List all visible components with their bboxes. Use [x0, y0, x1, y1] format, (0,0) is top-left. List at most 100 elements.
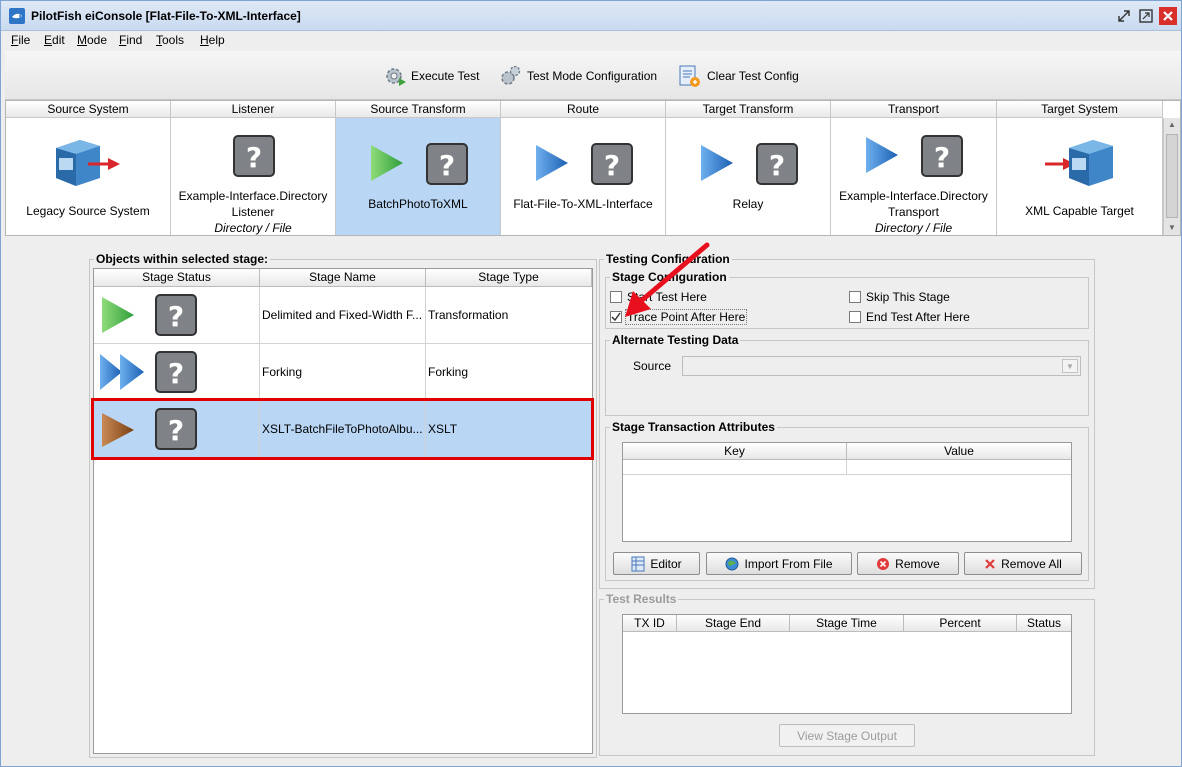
stage-listener[interactable]: Listener ? Example-Interface.Directory L… — [171, 101, 336, 235]
clear-test-config-button[interactable]: Clear Test Config — [677, 63, 799, 89]
menu-help[interactable]: Help — [200, 33, 225, 47]
column-header[interactable]: TX ID — [623, 615, 677, 632]
annotation-arrow-icon — [625, 242, 710, 317]
stage-target-transform[interactable]: Target Transform ? Relay — [666, 101, 831, 235]
skip-this-stage-label: Skip This Stage — [866, 290, 950, 304]
skip-this-stage-checkbox[interactable] — [849, 291, 861, 303]
stage-label: Example-Interface.Directory — [839, 189, 988, 203]
question-icon: ? — [426, 143, 468, 185]
view-stage-output-button[interactable]: View Stage Output — [779, 724, 915, 747]
column-header[interactable]: Key — [623, 443, 847, 460]
execute-test-button[interactable]: Execute Test — [383, 63, 479, 89]
stage-source-system[interactable]: Source System Legacy Source System — [6, 101, 171, 235]
stage-source-transform[interactable]: Source Transform ? BatchPhotoToXML — [336, 101, 501, 235]
svg-text:?: ? — [439, 149, 455, 182]
menu-file[interactable]: File — [11, 33, 30, 47]
gear-play-icon — [386, 68, 406, 86]
stage-label: Relay — [732, 197, 764, 211]
stage-label: Flat-File-To-XML-Interface — [513, 197, 653, 211]
test-results-table[interactable]: TX ID Stage End Stage Time Percent Statu… — [622, 614, 1072, 714]
close-icon[interactable] — [1159, 7, 1177, 25]
stage-label: Listener — [231, 205, 275, 219]
stage-name-cell: Forking — [260, 344, 426, 401]
editor-button[interactable]: Editor — [613, 552, 700, 575]
maximize-icon[interactable] — [1137, 7, 1155, 25]
source-dropdown[interactable]: ▼ — [682, 356, 1081, 376]
stage-strip: Source System Legacy Source System Liste… — [5, 100, 1181, 236]
chevron-down-icon[interactable]: ▼ — [1062, 359, 1078, 373]
question-icon: ? — [155, 294, 197, 336]
menu-edit[interactable]: Edit — [44, 33, 65, 47]
stage-transaction-attributes-title: Stage Transaction Attributes — [610, 420, 777, 434]
stage-header: Target Transform — [666, 101, 830, 118]
remove-all-button[interactable]: Remove All — [964, 552, 1082, 575]
clear-document-icon — [679, 65, 700, 87]
column-header[interactable]: Stage End — [677, 615, 790, 632]
column-header[interactable]: Stage Type — [426, 269, 592, 287]
end-test-after-here-checkbox[interactable] — [849, 311, 861, 323]
svg-text:?: ? — [168, 300, 184, 333]
play-blue-icon — [866, 137, 898, 173]
server-icon — [56, 140, 120, 186]
scroll-thumb[interactable] — [1166, 134, 1178, 218]
play-blue-icon — [536, 145, 568, 181]
question-icon: ? — [591, 143, 633, 185]
test-mode-configuration-button[interactable]: Test Mode Configuration — [499, 63, 657, 89]
stage-route[interactable]: Route ? Flat-File-To-XML-Interface — [501, 101, 666, 235]
table-row[interactable]: ? Delimited and Fixed-Width F... Transfo… — [94, 287, 592, 344]
question-icon: ? — [155, 351, 197, 393]
annotation-highlight-box — [91, 398, 594, 460]
question-icon: ? — [921, 135, 963, 177]
column-header[interactable]: Stage Status — [94, 269, 260, 287]
column-header[interactable]: Status — [1017, 615, 1071, 632]
stage-strip-scrollbar[interactable]: ▲ ▼ — [1163, 118, 1180, 235]
stage-header: Transport — [831, 101, 996, 118]
menu-tools[interactable]: Tools — [156, 33, 184, 47]
svg-text:?: ? — [934, 141, 950, 174]
import-from-file-button[interactable]: Import From File — [706, 552, 852, 575]
attributes-table[interactable]: Key Value — [622, 442, 1072, 542]
table-row[interactable]: ? Forking Forking — [94, 344, 592, 401]
column-header[interactable]: Stage Name — [260, 269, 426, 287]
stage-label: Transport — [888, 205, 939, 219]
remove-x-icon — [985, 558, 995, 569]
stage-sublabel: Directory / File — [874, 221, 953, 235]
svg-text:?: ? — [246, 141, 262, 174]
stage-target-system[interactable]: Target System XML Capable Target — [997, 101, 1163, 235]
scroll-up-icon[interactable]: ▲ — [1165, 118, 1179, 131]
alternate-testing-data-title: Alternate Testing Data — [610, 333, 741, 347]
stage-header: Source Transform — [336, 101, 500, 118]
scroll-down-icon[interactable]: ▼ — [1165, 221, 1179, 234]
stage-status-cell: ? — [94, 344, 260, 401]
forking-icon — [100, 354, 144, 390]
svg-text:?: ? — [604, 149, 620, 182]
stage-label: XML Capable Target — [1025, 204, 1134, 218]
stage-name-cell: Delimited and Fixed-Width F... — [260, 287, 426, 344]
alternate-testing-data-group — [605, 340, 1089, 416]
gears-icon — [501, 65, 521, 85]
stage-label: BatchPhotoToXML — [368, 197, 468, 211]
play-blue-icon — [701, 145, 733, 181]
table-editor-icon — [631, 556, 645, 571]
play-green-icon — [102, 297, 134, 333]
menu-bar: File Edit Mode Find Tools Help — [1, 31, 1181, 51]
remove-circle-icon — [877, 557, 890, 570]
question-icon: ? — [756, 143, 798, 185]
stage-type-cell: Forking — [428, 365, 469, 379]
stage-header: Source System — [6, 101, 170, 118]
column-header[interactable]: Percent — [904, 615, 1017, 632]
column-header[interactable]: Stage Time — [790, 615, 904, 632]
server-target-icon — [1045, 140, 1113, 186]
main-window: PilotFish eiConsole [Flat-File-To-XML-In… — [0, 0, 1182, 767]
source-label: Source — [633, 359, 672, 373]
menu-find[interactable]: Find — [119, 33, 142, 47]
column-header[interactable]: Value — [847, 443, 1071, 460]
menu-mode[interactable]: Mode — [77, 33, 107, 47]
test-results-title: Test Results — [604, 592, 679, 606]
stage-transport[interactable]: Transport ? Example-Interface.Directory … — [831, 101, 997, 235]
stage-label: Legacy Source System — [26, 204, 150, 218]
restore-icon[interactable] — [1115, 7, 1133, 25]
remove-button[interactable]: Remove — [857, 552, 959, 575]
window-title: PilotFish eiConsole [Flat-File-To-XML-In… — [31, 9, 301, 23]
table-row[interactable] — [623, 460, 1071, 475]
